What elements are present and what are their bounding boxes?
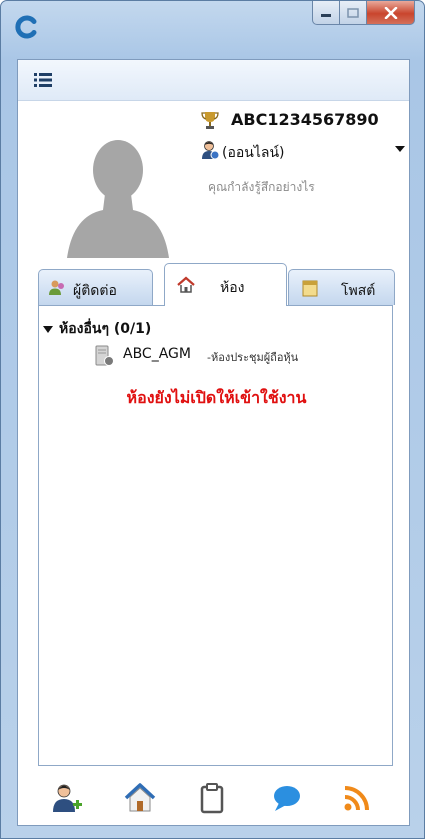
- tab-contacts-label: ผู้ติดต่อ: [73, 283, 117, 299]
- chat-bubble-icon[interactable]: [271, 782, 303, 814]
- expand-arrow-icon: [43, 325, 53, 333]
- avatar[interactable]: [65, 130, 171, 258]
- close-icon: [384, 6, 397, 19]
- app-window: ABC1234567890 (ออนไลน์) คุณกำลังรู้สึกอย…: [0, 0, 425, 839]
- home-icon: [177, 276, 195, 293]
- rooms-panel: ห้องอื่นๆ (0/1) ABC_AGM -ห้องประชุมผู้ถื…: [38, 305, 393, 766]
- mood-input[interactable]: คุณกำลังรู้สึกอย่างไร: [208, 178, 315, 197]
- trophy-icon: [201, 112, 219, 129]
- tab-rooms-label: ห้อง: [220, 280, 245, 296]
- username: ABC1234567890: [231, 110, 379, 129]
- user-status-icon: [202, 141, 220, 160]
- clipboard-icon[interactable]: [196, 782, 228, 814]
- maximize-icon: [347, 7, 359, 18]
- room-group-label: ห้องอื่นๆ (0/1): [59, 321, 152, 337]
- window-controls: [312, 1, 415, 27]
- room-description: -ห้องประชุมผู้ถือหุ้น: [207, 351, 299, 364]
- chevron-down-icon: [395, 146, 405, 152]
- tab-bar: ผู้ติดต่อ ห้อง โพสต์: [18, 263, 409, 306]
- maximize-button[interactable]: [340, 1, 367, 25]
- room-closed-notice: ห้องยังไม่เปิดให้เข้าใช้งาน: [126, 388, 307, 407]
- minimize-button[interactable]: [312, 1, 340, 25]
- tab-posts-label: โพสต์: [341, 283, 376, 299]
- status-dropdown[interactable]: (ออนไลน์): [198, 139, 408, 163]
- menu-bar: [18, 60, 409, 101]
- tab-contacts[interactable]: ผู้ติดต่อ: [38, 269, 153, 305]
- minimize-icon: [321, 13, 331, 17]
- tab-posts[interactable]: โพสต์: [288, 269, 395, 305]
- add-contact-icon[interactable]: [51, 782, 83, 814]
- menu-list-icon[interactable]: [33, 71, 53, 89]
- tab-rooms[interactable]: ห้อง: [164, 263, 287, 306]
- room-group-header[interactable]: ห้องอื่นๆ (0/1): [43, 318, 151, 340]
- close-button[interactable]: [367, 1, 415, 25]
- app-c-logo-icon: [15, 15, 37, 39]
- room-list-item[interactable]: ABC_AGM -ห้องประชุมผู้ถือหุ้น: [93, 343, 393, 369]
- title-bar[interactable]: [1, 1, 424, 49]
- status-label: (ออนไลน์): [222, 145, 285, 161]
- main-panel: ABC1234567890 (ออนไลน์) คุณกำลังรู้สึกอย…: [17, 59, 410, 826]
- room-server-icon: [95, 345, 114, 366]
- rss-icon[interactable]: [341, 782, 373, 814]
- bottom-toolbar: [18, 768, 409, 825]
- contacts-icon: [49, 280, 64, 295]
- notes-icon: [302, 280, 318, 297]
- home-icon[interactable]: [124, 782, 156, 814]
- room-name: ABC_AGM: [123, 346, 191, 362]
